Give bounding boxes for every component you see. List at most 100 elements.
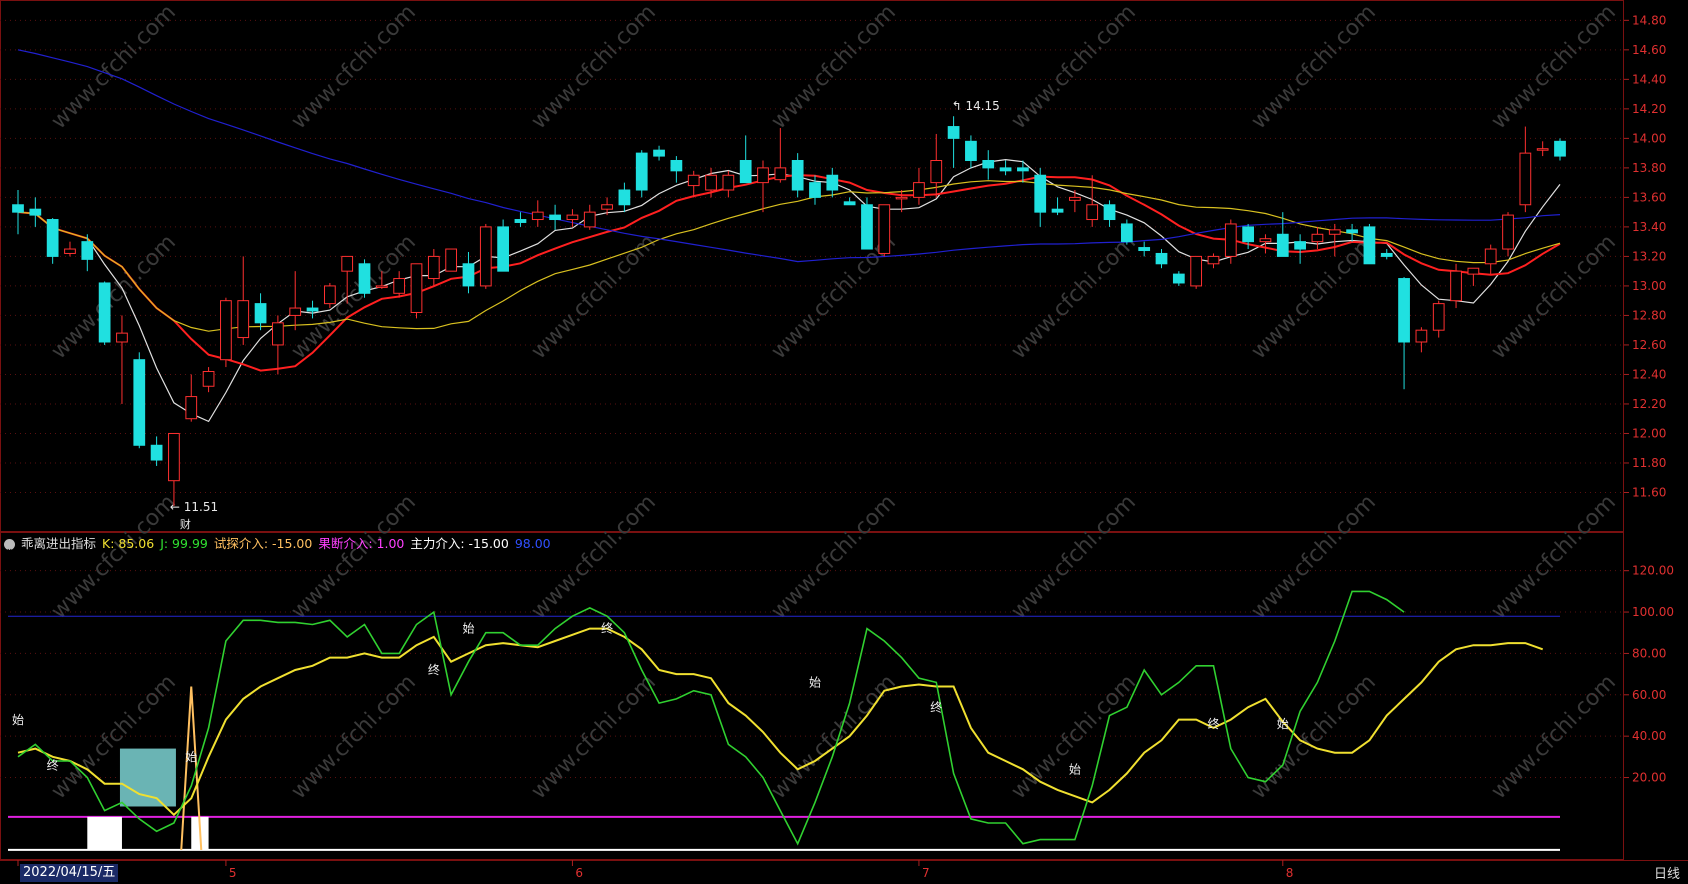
candle-up-body	[375, 285, 388, 288]
signal-mark: 始	[1069, 762, 1081, 776]
candle-down-body	[861, 204, 873, 250]
candle-down-body	[1103, 204, 1116, 221]
candle-up-body	[202, 370, 215, 387]
legend-decisive: 果断介入: 1.00	[318, 536, 405, 551]
signal-mark: 始	[462, 622, 474, 636]
candle-up-body	[168, 432, 180, 482]
candle-down-body	[1380, 252, 1393, 257]
candle-up-body	[722, 174, 735, 191]
watermark-text: www.cfchi.com	[1007, 230, 1141, 364]
indicator-y-tick-label: 60.00	[1632, 688, 1666, 702]
watermark-text: www.cfchi.com	[1007, 670, 1141, 804]
candle-down-body	[29, 208, 42, 216]
candle-down-body	[1138, 247, 1151, 252]
candle-down-body	[1120, 223, 1133, 243]
period-label[interactable]: 日线	[1654, 863, 1680, 882]
candle-down-body	[12, 204, 24, 213]
watermark-text: www.cfchi.com	[767, 490, 901, 624]
j-line	[17, 590, 1405, 846]
candle-down-body	[635, 152, 648, 191]
candle-up-body	[601, 204, 613, 210]
candle-up-body	[1484, 248, 1497, 265]
candle-up-body	[1311, 233, 1324, 243]
watermark-text: www.cfchi.com	[287, 490, 421, 624]
signal-mark: 始	[1277, 717, 1289, 731]
legend-k: K: 85.06	[102, 536, 155, 551]
candle-down-body	[670, 160, 683, 172]
candle-up-body	[410, 263, 423, 313]
signal-mark: 终	[601, 621, 613, 636]
legend-probe: 试探介入: -15.00	[213, 536, 313, 551]
candle-down-body	[1363, 226, 1376, 265]
candle-down-body	[739, 160, 752, 184]
candle-down-body	[1276, 233, 1289, 257]
candle-down-body	[81, 241, 94, 260]
candle-up-body	[479, 226, 492, 287]
indicator-legend: ⌄ 乖离进出指标 K: 85.06 J: 99.99 试探介入: -15.00 …	[4, 534, 551, 554]
candle-up-body	[1415, 329, 1428, 343]
legend-main: 主力介入: -15.00	[410, 536, 509, 551]
candle-up-body	[1502, 214, 1514, 250]
candle-up-body	[566, 214, 579, 221]
candle-up-body	[1069, 196, 1081, 201]
x-tick-label: 5	[229, 866, 237, 880]
candle-up-body	[1519, 152, 1532, 206]
candle-down-body	[982, 160, 995, 169]
y-tick-label: 12.40	[1632, 367, 1666, 381]
watermark-text: www.cfchi.com	[527, 490, 661, 624]
low-price-label: ← 11.51	[170, 500, 218, 514]
candle-up-body	[1536, 148, 1549, 151]
event-marker: 财	[180, 517, 191, 531]
candle-up-body	[341, 255, 354, 272]
watermark-text: www.cfchi.com	[527, 670, 661, 804]
candle-up-body	[323, 285, 336, 305]
candle-up-body	[1190, 255, 1203, 287]
legend-j: J: 99.99	[160, 536, 208, 551]
candle-down-body	[653, 149, 665, 157]
candle-up-body	[289, 307, 302, 316]
indicator-y-tick-label: 100.00	[1632, 605, 1674, 619]
signal-mark: 终	[47, 757, 59, 772]
candle-down-body	[1346, 229, 1358, 234]
y-tick-label: 12.80	[1632, 308, 1666, 322]
candle-down-body	[462, 263, 475, 287]
candle-down-body	[809, 182, 821, 198]
y-tick-label: 14.80	[1632, 13, 1666, 27]
x-tick-label: 6	[575, 866, 583, 880]
y-tick-label: 11.60	[1632, 485, 1666, 499]
candle-down-body	[514, 219, 527, 223]
y-tick-label: 14.00	[1632, 131, 1666, 145]
chart-canvas[interactable]: www.cfchi.com www.cfchi.com www.cfchi.com w…	[0, 0, 1688, 884]
candle-up-body	[1086, 204, 1099, 221]
candle-down-body	[254, 303, 267, 324]
watermark-text: www.cfchi.com	[1487, 490, 1621, 624]
candle-up-body	[1207, 255, 1220, 265]
y-tick-label: 12.60	[1632, 338, 1666, 352]
candle-down-body	[133, 359, 146, 446]
candle-up-body	[583, 211, 596, 228]
candle-up-body	[757, 167, 769, 184]
watermark-text: www.cfchi.com	[287, 670, 421, 804]
candle-down-body	[965, 140, 977, 162]
candle-up-body	[930, 160, 943, 184]
signal-mark: 始	[12, 713, 24, 727]
signal-mark: 始	[185, 750, 197, 764]
candle-down-body	[150, 444, 163, 461]
watermark-text: www.cfchi.com	[1007, 490, 1141, 624]
candle-down-body	[843, 201, 856, 206]
candle-up-body	[687, 174, 700, 187]
candle-down-body	[1398, 278, 1410, 343]
candle-down-body	[497, 226, 509, 272]
candle-down-body	[306, 307, 319, 312]
indicator-y-tick-label: 80.00	[1632, 646, 1666, 660]
candle-down-body	[1294, 241, 1306, 250]
watermark-text: www.cfchi.com	[767, 670, 901, 804]
indicator-y-tick-label: 20.00	[1632, 771, 1666, 785]
candle-up-body	[64, 248, 76, 254]
collapse-icon[interactable]: ⌄	[4, 538, 15, 554]
y-tick-label: 13.80	[1632, 161, 1666, 175]
y-tick-label: 12.00	[1632, 426, 1666, 440]
indicator-title: 乖离进出指标	[21, 536, 97, 551]
candle-up-body	[237, 300, 250, 339]
candle-down-body	[46, 219, 59, 257]
